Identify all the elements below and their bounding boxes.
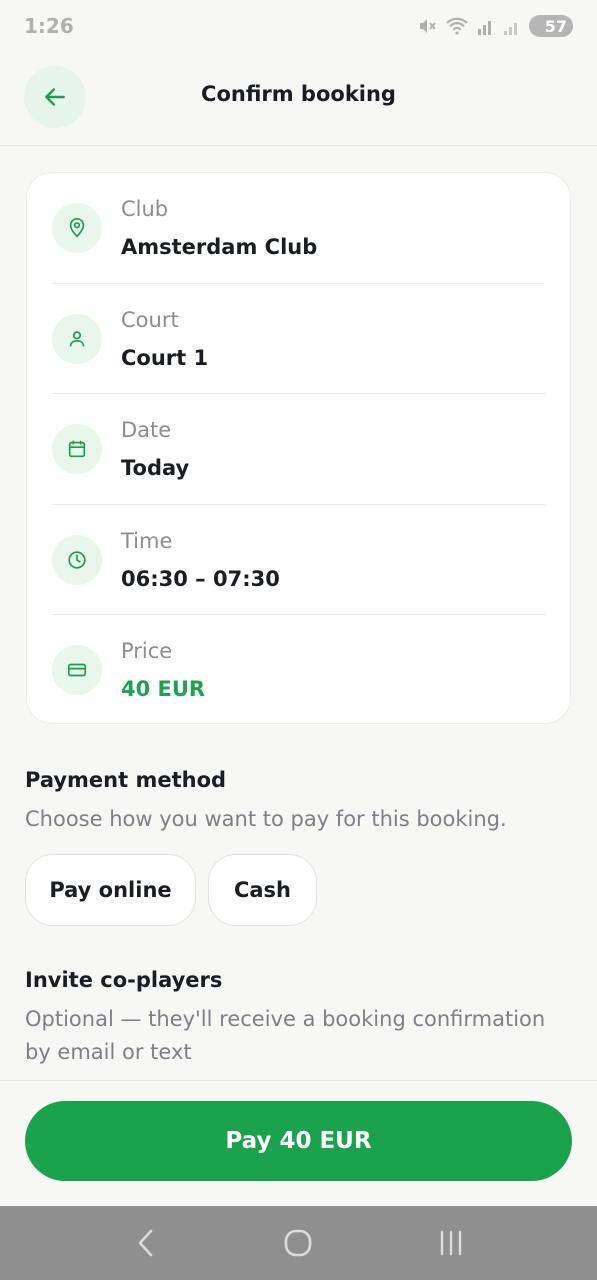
detail-label: Date <box>121 418 172 442</box>
nav-home-button[interactable] <box>268 1213 328 1273</box>
battery-level: 57 <box>544 16 567 36</box>
detail-value: Amsterdam Club <box>121 235 318 259</box>
home-circle-icon <box>285 1229 312 1257</box>
footer: Pay 40 EUR <box>0 1080 597 1206</box>
payment-method-title: Payment method <box>25 768 227 792</box>
pay-button[interactable]: Pay 40 EUR <box>25 1101 572 1181</box>
person-icon <box>52 313 102 364</box>
chevron-left-icon <box>138 1229 153 1257</box>
signal-icon-2 <box>504 23 517 35</box>
detail-row-court: Court Court 1 <box>52 284 545 394</box>
system-nav-bar <box>0 1206 597 1280</box>
detail-value: Today <box>121 456 190 480</box>
status-icons: 57 <box>417 15 573 37</box>
battery-indicator: 57 <box>529 15 573 37</box>
status-bar: 1:26 57 <box>0 0 597 52</box>
payment-method-description: Choose how you want to pay for this book… <box>25 807 507 831</box>
clock-icon <box>52 534 102 585</box>
wifi-icon <box>446 17 468 35</box>
header: Confirm booking <box>0 52 597 146</box>
detail-row-time: Time 06:30 – 07:30 <box>52 505 545 615</box>
detail-label: Club <box>121 197 169 221</box>
pay-online-option[interactable]: Pay online <box>25 854 196 926</box>
detail-value: Court 1 <box>121 345 209 370</box>
detail-row-club: Club Amsterdam Club <box>52 173 545 284</box>
detail-label: Court <box>121 307 179 332</box>
detail-label: Time <box>121 528 173 553</box>
screen: 1:26 57 Confirm booking Club Amsterdam C… <box>0 0 597 1280</box>
calendar-icon <box>52 424 102 474</box>
detail-row-date: Date Today <box>52 394 545 505</box>
mute-icon <box>420 19 436 33</box>
status-time: 1:26 <box>24 14 74 38</box>
detail-value: 06:30 – 07:30 <box>121 566 280 591</box>
signal-icon <box>478 21 491 35</box>
detail-row-price: Price 40 EUR <box>52 615 545 726</box>
invite-description: Optional — they'll receive a booking con… <box>25 1007 546 1064</box>
recents-icon <box>440 1230 462 1256</box>
location-pin-icon <box>52 203 102 253</box>
page-title: Confirm booking <box>201 82 396 106</box>
price-value: 40 EUR <box>121 677 206 701</box>
credit-card-icon <box>52 645 102 695</box>
cash-option[interactable]: Cash <box>208 854 317 926</box>
detail-label: Price <box>121 639 173 663</box>
nav-recents-button[interactable] <box>421 1213 481 1273</box>
invite-title: Invite co-players <box>25 968 223 992</box>
nav-back-button[interactable] <box>116 1213 176 1273</box>
booking-details-card: Club Amsterdam Club Court Court 1 Date T <box>26 172 571 724</box>
